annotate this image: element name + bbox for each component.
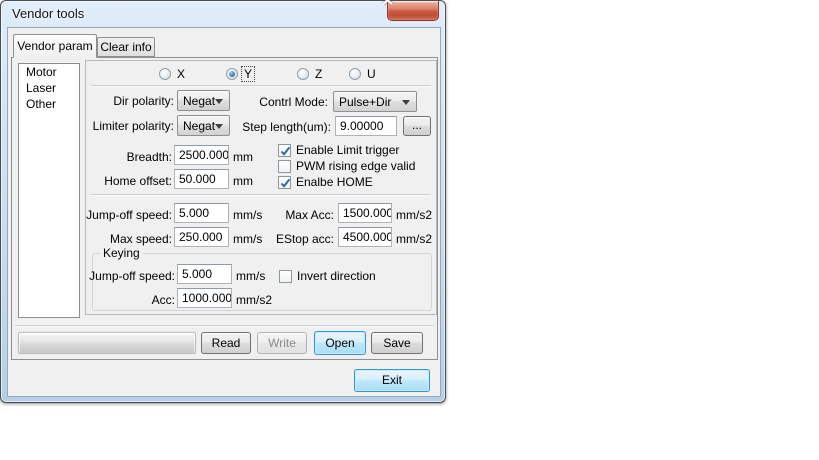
radio-circle-icon: [159, 68, 171, 80]
jump-off-speed-input[interactable]: [174, 203, 229, 223]
window-title: Vendor tools: [12, 6, 85, 21]
jump-off-speed-label: Jump-off speed:: [86, 208, 172, 222]
vendor-param-page: Motor Laser Other X Y Z U Dir polarity: …: [11, 57, 438, 360]
checkbox-icon: [279, 269, 292, 283]
contrl-mode-label: Contrl Mode:: [259, 95, 328, 109]
vendor-tools-window: Vendor tools Vendor param Clear info Mot…: [0, 0, 446, 403]
chevron-down-icon: [402, 100, 410, 105]
separator: [91, 85, 431, 87]
dir-polarity-label: Dir polarity:: [113, 94, 174, 108]
radio-circle-icon: [297, 68, 309, 80]
keying-jump-off-speed-unit: mm/s: [236, 269, 266, 283]
keying-jump-off-speed-input[interactable]: [177, 264, 232, 284]
pwm-rising-edge-checkbox[interactable]: PWM rising edge valid: [278, 159, 415, 173]
keying-acc-input[interactable]: [177, 288, 232, 308]
keying-jump-off-speed-label: Jump-off speed:: [89, 269, 175, 283]
estop-acc-input[interactable]: [338, 227, 392, 247]
max-acc-input[interactable]: [338, 203, 392, 223]
close-button[interactable]: [381, 0, 439, 21]
radio-circle-icon: [349, 68, 361, 80]
open-button[interactable]: Open: [314, 331, 366, 355]
save-button[interactable]: Save: [371, 332, 423, 354]
sidebar-item-other[interactable]: Other: [19, 96, 79, 112]
estop-acc-unit: mm/s2: [396, 232, 432, 246]
separator: [91, 194, 431, 196]
contrl-mode-select[interactable]: Pulse+Dir: [333, 91, 417, 112]
max-speed-input[interactable]: [174, 227, 229, 247]
dir-polarity-select[interactable]: Negat: [177, 90, 230, 111]
keying-group: Keying Jump-off speed: mm/s Invert direc…: [89, 246, 432, 311]
write-button[interactable]: Write: [257, 332, 307, 354]
exit-button[interactable]: Exit: [354, 369, 430, 392]
keying-acc-label: Acc:: [151, 293, 175, 307]
keying-group-title: Keying: [100, 246, 143, 260]
invert-direction-checkbox[interactable]: Invert direction: [279, 269, 376, 283]
sidebar-item-motor[interactable]: Motor: [19, 64, 79, 80]
step-length-browse-button[interactable]: ...: [403, 116, 431, 136]
home-offset-label: Home offset:: [104, 174, 172, 188]
radio-axis-z[interactable]: Z: [297, 67, 324, 81]
step-length-label: Step length(um):: [242, 120, 331, 134]
step-length-input[interactable]: [335, 116, 397, 136]
estop-acc-label: EStop acc:: [275, 232, 334, 246]
radio-axis-u[interactable]: U: [349, 67, 378, 81]
dialog-client-area: Vendor param Clear info Motor Laser Othe…: [7, 27, 441, 397]
sidebar-item-laser[interactable]: Laser: [19, 80, 79, 96]
checkbox-icon: [278, 143, 291, 157]
limiter-polarity-label: Limiter polarity:: [92, 119, 174, 133]
max-acc-unit: mm/s2: [396, 208, 432, 222]
radio-circle-icon: [226, 68, 238, 80]
radio-axis-x[interactable]: X: [159, 67, 187, 81]
breadth-unit: mm: [233, 150, 253, 164]
max-acc-label: Max Acc:: [285, 208, 334, 222]
category-listbox[interactable]: Motor Laser Other: [18, 63, 80, 318]
checkbox-icon: [278, 175, 291, 189]
titlebar[interactable]: Vendor tools: [1, 0, 445, 27]
enable-limit-trigger-checkbox[interactable]: Enable Limit trigger: [278, 143, 399, 157]
enable-home-checkbox[interactable]: Enalbe HOME: [278, 175, 373, 189]
limiter-polarity-select[interactable]: Negat: [177, 115, 230, 136]
radio-axis-y[interactable]: Y: [226, 66, 256, 82]
home-offset-input[interactable]: [174, 169, 229, 189]
chevron-down-icon: [215, 99, 223, 104]
read-button[interactable]: Read: [201, 332, 251, 354]
checkbox-icon: [278, 159, 291, 173]
home-offset-unit: mm: [233, 174, 253, 188]
progress-bar: [18, 332, 196, 354]
keying-acc-unit: mm/s2: [236, 293, 272, 307]
breadth-label: Breadth:: [126, 150, 172, 164]
breadth-input[interactable]: [174, 145, 229, 165]
axis-param-panel: X Y Z U Dir polarity: Negat Contrl Mode:…: [85, 60, 437, 315]
tab-clear-info[interactable]: Clear info: [97, 37, 155, 57]
chevron-down-icon: [215, 124, 223, 129]
separator: [15, 325, 434, 327]
tab-vendor-param[interactable]: Vendor param: [13, 34, 97, 58]
